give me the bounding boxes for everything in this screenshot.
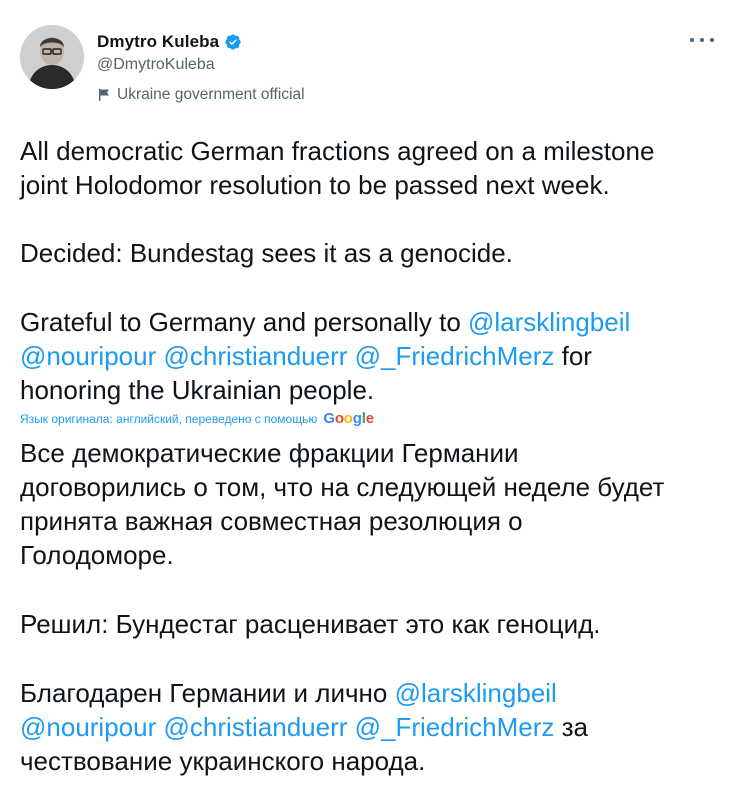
mention-link[interactable]: @christianduerr: [163, 341, 347, 371]
text-line: Благодарен Германии и лично @larsklingbe…: [20, 676, 720, 710]
text-line: Все демократические фракции Германии: [20, 438, 519, 468]
mention-link[interactable]: @larsklingbeil: [395, 678, 557, 708]
avatar[interactable]: [20, 25, 84, 89]
tweet: Dmytro Kuleba @DmytroKuleba Ukraine gove…: [0, 0, 733, 800]
mention-link[interactable]: @_FriedrichMerz: [355, 341, 555, 371]
author-name[interactable]: Dmytro Kuleba: [97, 32, 219, 52]
text-fragment: for: [554, 341, 592, 371]
translation-attribution[interactable]: Язык оригинала: английский, переведено с…: [20, 410, 374, 427]
tweet-translated-paragraph-3: Благодарен Германии и лично @larsklingbe…: [20, 676, 720, 778]
text-line: Grateful to Germany and personally to @l…: [20, 305, 720, 339]
mention-link[interactable]: @christianduerr: [163, 712, 347, 742]
text-line: Решил: Бундестаг расценивает это как ген…: [20, 609, 601, 639]
text-line: чествование украинского народа.: [20, 746, 426, 776]
more-options-icon[interactable]: [686, 30, 718, 50]
text-fragment: Grateful to Germany and personally to: [20, 307, 469, 337]
text-line: All democratic German fractions agreed o…: [20, 136, 655, 166]
government-label-text: Ukraine government official: [117, 86, 305, 103]
text-line: договорились о том, что на следующей нед…: [20, 472, 665, 502]
government-label[interactable]: Ukraine government official: [97, 86, 305, 104]
text-line: принята важная совместная резолюция о: [20, 506, 523, 536]
tweet-original-paragraph-1: All democratic German fractions agreed o…: [20, 134, 720, 202]
author-handle[interactable]: @DmytroKuleba: [97, 56, 215, 74]
mention-link[interactable]: @_FriedrichMerz: [355, 712, 555, 742]
mention-link[interactable]: @nouripour: [20, 712, 156, 742]
google-logo: Google: [323, 410, 374, 427]
text-fragment: Благодарен Германии и лично: [20, 678, 395, 708]
author-name-row[interactable]: Dmytro Kuleba: [97, 32, 242, 52]
text-line: @nouripour @christianduerr @_FriedrichMe…: [20, 339, 720, 373]
avatar-photo: [20, 25, 84, 89]
text-line: honoring the Ukrainian people.: [20, 375, 375, 405]
text-fragment: за: [554, 712, 588, 742]
tweet-original-paragraph-2: Decided: Bundestag sees it as a genocide…: [20, 236, 720, 270]
mention-link[interactable]: @larsklingbeil: [468, 307, 630, 337]
text-line: @nouripour @christianduerr @_FriedrichMe…: [20, 710, 720, 744]
text-line: Голодоморе.: [20, 540, 174, 570]
verified-badge-icon: [225, 34, 241, 50]
text-line: joint Holodomor resolution to be passed …: [20, 170, 610, 200]
tweet-original-paragraph-3: Grateful to Germany and personally to @l…: [20, 305, 720, 407]
translation-note: Язык оригинала: английский, переведено с…: [20, 411, 318, 426]
tweet-translated-paragraph-1: Все демократические фракции Германии дог…: [20, 436, 720, 572]
text-line: Decided: Bundestag sees it as a genocide…: [20, 238, 513, 268]
mention-link[interactable]: @nouripour: [20, 341, 156, 371]
tweet-translated-paragraph-2: Решил: Бундестаг расценивает это как ген…: [20, 607, 720, 641]
flag-icon: [99, 89, 109, 101]
